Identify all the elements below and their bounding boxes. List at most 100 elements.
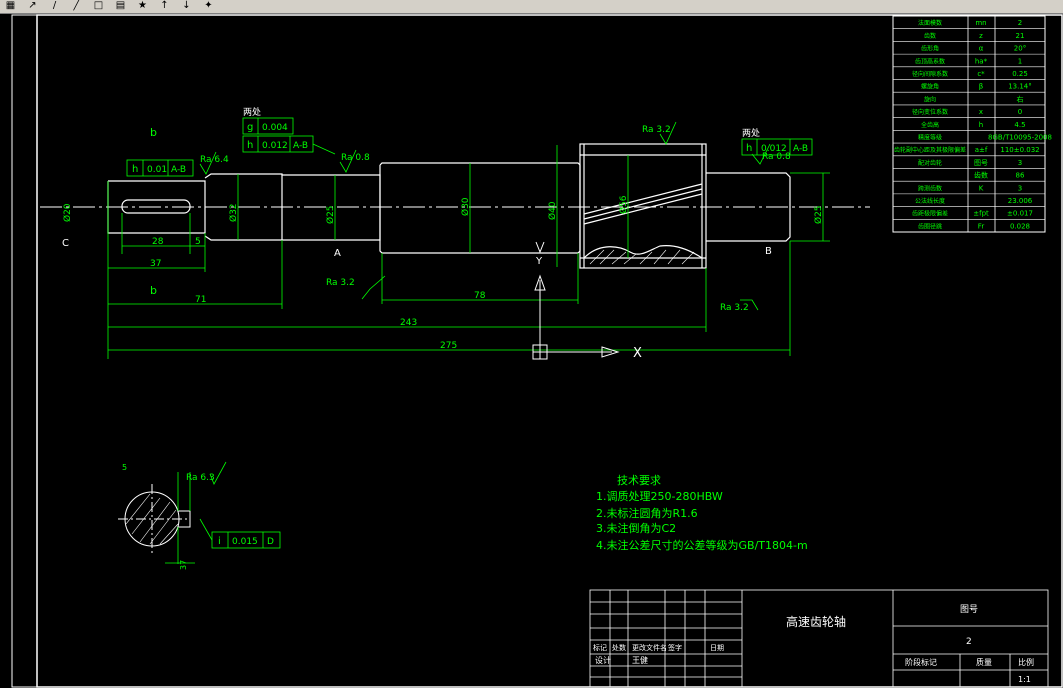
scale-label: 比例 xyxy=(1018,657,1034,667)
param-symbol: h xyxy=(979,121,983,129)
dim-37: 37 xyxy=(150,259,161,269)
axis-x-label: X xyxy=(633,346,642,361)
frame5-ref: D xyxy=(267,537,274,547)
param-symbol: ha* xyxy=(975,57,988,65)
roughness-1: Ra 6.4 xyxy=(200,155,229,165)
title-block xyxy=(589,589,1049,688)
two-places-label-1: 两处 xyxy=(243,106,261,118)
header-cell-1: 标记 xyxy=(593,643,607,652)
param-value: 21 xyxy=(1016,32,1025,40)
draw-icon[interactable]: / xyxy=(48,0,61,11)
param-value: 3 xyxy=(1018,184,1022,192)
designer: 王健 xyxy=(632,655,648,665)
header-cell-4: 签字 xyxy=(668,643,682,652)
pin-icon[interactable]: ↑ xyxy=(158,0,171,11)
frame3-ref: A-B xyxy=(293,141,308,151)
param-symbol: mn xyxy=(975,19,986,27)
axis-y-label: Y xyxy=(535,256,543,267)
roughness-3: Ra 3.2 xyxy=(326,278,355,288)
param-value: 0.028 xyxy=(1010,222,1030,230)
rectangle-icon[interactable]: □ xyxy=(92,0,105,11)
drawing-toolbar: ▦ ↗ / ╱ □ ▤ ★ ↑ ↓ ✦ xyxy=(0,0,1063,14)
param-name: 齿圈径跳 xyxy=(918,222,942,230)
drawing-no-label: 图号 xyxy=(960,604,978,615)
param-value: 1 xyxy=(1018,57,1022,65)
frame4-ref: A-B xyxy=(793,144,808,154)
dim-d5: Ø40 xyxy=(547,201,558,220)
param-symbol: x xyxy=(979,108,983,116)
section-hatch xyxy=(125,493,179,545)
datum-b: B xyxy=(765,246,772,257)
param-symbol: a±f xyxy=(975,146,988,154)
star-icon[interactable]: ★ xyxy=(136,0,149,11)
param-value: 110±0.032 xyxy=(1000,146,1039,154)
param-name: 齿轮副中心距及其极限偏差 xyxy=(894,146,966,154)
inner-frame xyxy=(36,14,1063,688)
frame5-val: 0.015 xyxy=(232,537,258,547)
dim-d1: Ø20 xyxy=(62,203,73,222)
tech-req-2: 2.未标注圆角为R1.6 xyxy=(596,506,698,520)
section-view xyxy=(118,484,191,556)
new-icon[interactable]: ▦ xyxy=(4,0,17,11)
outer-frame xyxy=(11,14,1063,688)
ucs-axis-icon xyxy=(532,241,620,360)
frame1-val: 0.01 xyxy=(147,165,167,175)
dim-78: 78 xyxy=(474,291,486,301)
dim-d3: Ø25 xyxy=(325,205,336,224)
stage-label: 阶段标记 xyxy=(905,657,937,667)
drawing-no: 2 xyxy=(966,637,972,647)
part-name: 高速齿轮轴 xyxy=(786,614,846,629)
param-value: 0 xyxy=(1018,108,1022,116)
dim-small: 5 xyxy=(195,237,201,247)
dim-d6: Ø56 xyxy=(618,195,629,214)
param-value: 86 xyxy=(1016,172,1025,180)
dim-275: 275 xyxy=(440,341,457,351)
param-name: 齿距极限偏差 xyxy=(912,210,948,218)
length-dims xyxy=(107,213,791,359)
param-value: 8GB/T10095-2008 xyxy=(988,134,1052,142)
tech-req-4: 4.未注公差尺寸的公差等级为GB/T1804-m xyxy=(596,538,808,552)
dim-d4: Ø30 xyxy=(460,197,471,216)
flag-1: b xyxy=(150,126,157,139)
design-label: 设计 xyxy=(595,655,611,665)
frame2-val: 0.004 xyxy=(262,123,288,133)
param-name: 径向间隙系数 xyxy=(912,70,948,78)
param-symbol: ±fpt xyxy=(973,210,989,218)
param-value: 13.14° xyxy=(1008,83,1032,91)
edit-icon[interactable]: ↗ xyxy=(26,0,39,11)
param-value: 0.25 xyxy=(1012,70,1028,78)
tech-req-title: 技术要求 xyxy=(617,474,661,487)
dim-d2: Ø32 xyxy=(228,203,239,222)
param-name: 齿顶高系数 xyxy=(915,57,945,65)
flag-2: b xyxy=(150,284,157,297)
section-depth-dim: 37 xyxy=(179,560,188,570)
header-cell-5: 日期 xyxy=(710,644,724,652)
magic-icon[interactable]: ✦ xyxy=(202,0,215,11)
datum-c: C xyxy=(62,238,69,249)
frame3-val: 0.012 xyxy=(262,141,288,151)
frame4-val: 0.012 xyxy=(761,144,787,154)
section-dims xyxy=(165,472,213,564)
tolerance-frames xyxy=(126,117,813,549)
dim-keyway: 28 xyxy=(152,237,164,247)
dim-71: 71 xyxy=(195,295,206,305)
pin-icon[interactable]: ↓ xyxy=(180,0,193,11)
frame2-sym: g xyxy=(247,122,253,133)
dim-243: 243 xyxy=(400,318,417,328)
param-value: 4.5 xyxy=(1014,121,1025,129)
drawing-svg: Ø20 Ø32 Ø25 Ø30 Ø40 Ø56 Ø25 28 5 37 71 7… xyxy=(11,14,1063,688)
param-symbol: z xyxy=(979,32,983,40)
line-icon[interactable]: ╱ xyxy=(70,0,83,11)
tech-req-3: 3.未注倒角为C2 xyxy=(596,521,676,535)
param-name: 跨测齿数 xyxy=(918,184,942,192)
param-name: 公法线长度 xyxy=(915,197,945,205)
dim-d7: Ø25 xyxy=(813,205,824,224)
param-value: 2 xyxy=(1018,19,1022,27)
table-icon[interactable]: ▤ xyxy=(114,0,127,11)
param-name: 旋向 xyxy=(924,95,936,103)
roughness-5: Ra 3.2 xyxy=(720,303,749,313)
param-name: 螺旋角 xyxy=(921,83,939,91)
cad-drawing-canvas[interactable]: Ø20 Ø32 Ø25 Ø30 Ø40 Ø56 Ø25 28 5 37 71 7… xyxy=(0,14,1063,688)
param-name: 精度等级 xyxy=(918,134,942,142)
param-symbol: c* xyxy=(977,70,985,78)
